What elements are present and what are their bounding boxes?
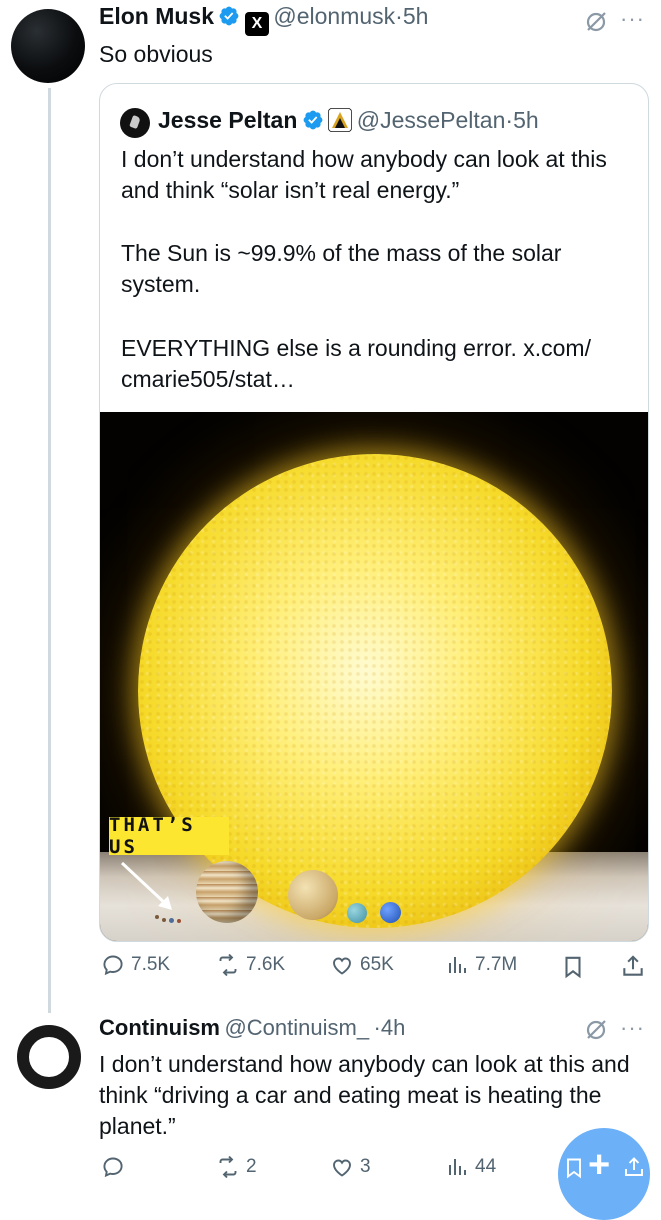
view-count: 7.7M bbox=[475, 954, 518, 975]
repost-button[interactable]: 7.6K bbox=[216, 953, 285, 977]
views-chart-icon bbox=[449, 957, 466, 973]
more-options-icon[interactable]: ··· bbox=[620, 1015, 645, 1041]
jupiter-illustration bbox=[196, 861, 258, 923]
views-chart-icon bbox=[449, 1159, 466, 1175]
planet-dot bbox=[177, 919, 181, 923]
reply-text: I don’t understand how anybody can look … bbox=[99, 1051, 630, 1139]
affiliate-badge-icon bbox=[328, 108, 353, 132]
repost-count: 7.6K bbox=[246, 954, 286, 975]
quoted-tweet[interactable]: Jesse Peltan @JessePeltan·5h I don’t und… bbox=[99, 83, 649, 942]
view-count: 44 bbox=[475, 1156, 497, 1177]
arrow-icon bbox=[120, 861, 172, 910]
saturn-illustration bbox=[288, 870, 338, 920]
avatar[interactable] bbox=[17, 1025, 81, 1089]
like-count: 65K bbox=[360, 954, 394, 975]
like-button[interactable]: 3 bbox=[330, 1155, 371, 1179]
quoted-author-handle[interactable]: @JessePeltan bbox=[357, 107, 506, 133]
share-icon[interactable] bbox=[620, 953, 646, 979]
uranus-illustration bbox=[347, 903, 367, 923]
quoted-avatar[interactable] bbox=[120, 108, 150, 138]
reply-icon bbox=[103, 1157, 123, 1178]
verified-badge-icon bbox=[220, 6, 239, 26]
share-icon[interactable] bbox=[622, 1155, 646, 1179]
planet-dot bbox=[162, 918, 166, 922]
quoted-media-image[interactable]: THAT’S US bbox=[100, 412, 648, 941]
repost-button[interactable]: 2 bbox=[216, 1155, 257, 1179]
repost-count: 2 bbox=[246, 1156, 257, 1177]
x-affiliate-badge-icon: X bbox=[244, 12, 269, 36]
quoted-author-name[interactable]: Jesse Peltan bbox=[158, 107, 297, 133]
reply-icon bbox=[103, 955, 123, 976]
reply-count: 7.5K bbox=[131, 954, 171, 975]
reply-button[interactable]: 7.5K bbox=[101, 953, 170, 977]
verified-badge-icon bbox=[303, 110, 323, 130]
reply-button[interactable] bbox=[101, 1155, 131, 1179]
heart-icon bbox=[333, 957, 351, 975]
bookmark-icon[interactable] bbox=[562, 1156, 586, 1180]
author-handle[interactable]: @Continuism_ bbox=[224, 1015, 369, 1040]
separator: · bbox=[505, 107, 514, 133]
neptune-illustration bbox=[380, 902, 401, 923]
quoted-text-paragraph-3: EVERYTHING else is a rounding error. x.c… bbox=[121, 335, 591, 392]
quoted-text-paragraph-2: The Sun is ~99.9% of the mass of the sol… bbox=[121, 240, 562, 297]
author-name[interactable]: Continuism bbox=[99, 1015, 220, 1040]
bookmark-icon[interactable] bbox=[560, 954, 586, 980]
more-options-icon[interactable]: ··· bbox=[620, 6, 645, 32]
repost-icon bbox=[219, 953, 237, 977]
compose-plus-icon: + bbox=[588, 1144, 611, 1186]
like-count: 3 bbox=[360, 1156, 371, 1177]
separator: · bbox=[395, 3, 403, 29]
like-button[interactable]: 65K bbox=[330, 953, 394, 977]
quoted-header: Jesse Peltan @JessePeltan·5h bbox=[158, 107, 539, 134]
avatar[interactable] bbox=[11, 9, 85, 83]
thats-us-label: THAT’S US bbox=[109, 814, 229, 858]
reply-header: Continuism @Continuism_ ·4h bbox=[99, 1015, 405, 1041]
tweet-header: Elon Musk X @elonmusk·5h bbox=[99, 3, 428, 36]
planet-dot bbox=[169, 918, 174, 923]
views-button[interactable]: 7.7M bbox=[445, 953, 517, 977]
thread-line bbox=[48, 88, 51, 1013]
author-handle[interactable]: @elonmusk bbox=[273, 3, 395, 29]
author-name[interactable]: Elon Musk bbox=[99, 3, 214, 29]
separator: · bbox=[373, 1015, 381, 1040]
views-button[interactable]: 44 bbox=[445, 1155, 496, 1179]
timestamp[interactable]: 5h bbox=[513, 107, 539, 133]
quoted-text-paragraph-1: I don’t understand how anybody can look … bbox=[121, 146, 607, 203]
grok-icon[interactable] bbox=[584, 10, 608, 34]
repost-icon bbox=[219, 1155, 237, 1179]
tweet-text: So obvious bbox=[99, 41, 213, 67]
grok-icon[interactable] bbox=[584, 1018, 608, 1042]
heart-icon bbox=[333, 1159, 351, 1177]
timestamp[interactable]: 5h bbox=[403, 3, 429, 29]
timestamp[interactable]: 4h bbox=[381, 1015, 405, 1040]
